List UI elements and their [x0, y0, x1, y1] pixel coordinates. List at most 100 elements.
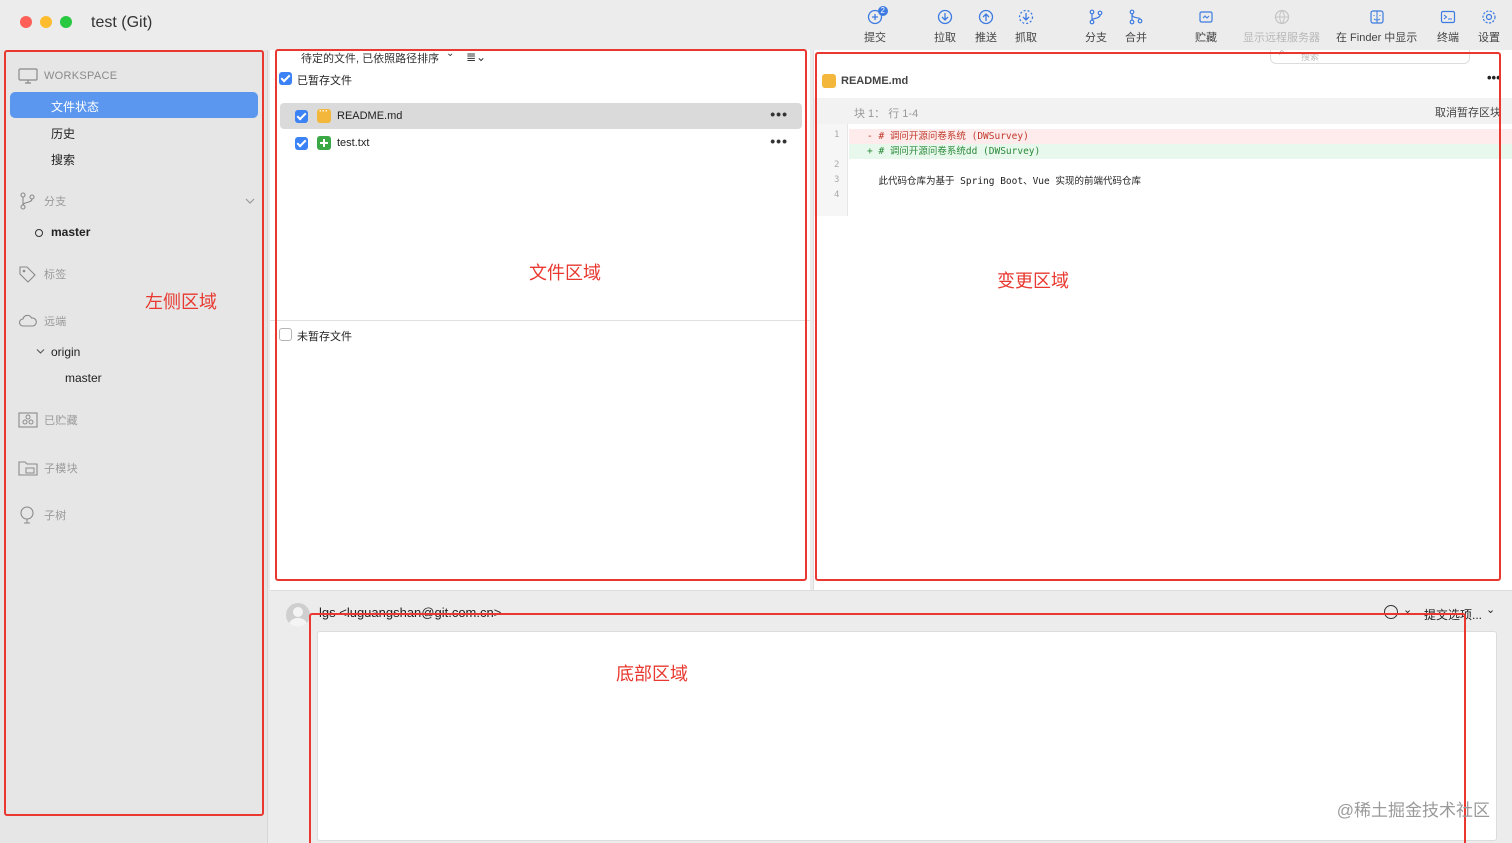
list-view-icon[interactable]: ≣⌄ [466, 50, 486, 64]
remotes-header[interactable]: 远端 [18, 313, 67, 329]
left-region-label: 左侧区域 [145, 292, 217, 313]
diff-line-context[interactable]: 此代码仓库为基于 Spring Boot、Vue 实现的前端代码仓库 [849, 174, 1512, 189]
file-sort-bar: 待定的文件, 已依照路径排序 ⌄ ≣⌄ [270, 48, 810, 66]
file-name: test.txt [337, 137, 370, 149]
chevron-down-icon[interactable] [245, 197, 255, 205]
file-checkbox[interactable] [295, 110, 308, 123]
commit-count-badge: 2 [877, 6, 888, 16]
toolbar-push-button[interactable]: 推送 [975, 8, 997, 45]
merge-icon [1129, 9, 1143, 25]
file-name: README.md [337, 110, 403, 122]
close-window-button[interactable] [20, 16, 32, 28]
stash-icon [18, 412, 38, 428]
file-checkbox[interactable] [295, 137, 308, 150]
chevron-down-icon[interactable]: ⌄ [446, 48, 454, 59]
submodules-header[interactable]: 子模块 [18, 460, 78, 476]
toolbar-merge-button[interactable]: 合并 [1125, 8, 1147, 45]
minimize-window-button[interactable] [40, 16, 52, 28]
sort-dropdown[interactable]: 待定的文件, 已依照路径排序 [301, 50, 439, 66]
file-row-readme[interactable]: README.md ••• [280, 103, 802, 129]
sidebar-item-search[interactable]: 搜索 [51, 151, 75, 168]
more-options-icon[interactable]: ••• [770, 133, 788, 149]
toolbar-branch-button[interactable]: 分支 [1085, 8, 1107, 45]
sidebar-item-file-status[interactable]: 文件状态 [10, 92, 258, 118]
toolbar-show-remote-button[interactable]: 显示远程服务器 [1243, 8, 1320, 45]
avatar [286, 603, 310, 627]
sidebar-remote-origin[interactable]: origin [51, 345, 80, 359]
toolbar-label: 拉取 [934, 32, 956, 44]
monitor-icon [18, 68, 38, 84]
more-options-icon[interactable]: ••• [770, 106, 788, 122]
watermark: @稀土掘金技术社区 [1336, 801, 1490, 820]
toolbar-fetch-button[interactable]: 抓取 [1015, 8, 1037, 45]
tags-header[interactable]: 标签 [18, 265, 67, 283]
toolbar-terminal-button[interactable]: 终端 [1437, 8, 1459, 45]
toolbar-pull-button[interactable]: 拉取 [934, 8, 956, 45]
bottom-region-label: 底部区域 [616, 664, 688, 685]
zoom-window-button[interactable] [60, 16, 72, 28]
unstage-hunk-button[interactable]: 取消暂存区块 [1435, 104, 1501, 120]
more-options-icon[interactable]: ••• [1487, 70, 1501, 85]
toolbar-label: 设置 [1478, 32, 1500, 44]
pane-divider[interactable] [270, 320, 810, 321]
unstaged-files-header: 未暂存文件 [297, 331, 352, 343]
window-title: test (Git) [91, 14, 153, 31]
branch-icon [1089, 9, 1103, 25]
commit-message-input[interactable] [317, 631, 1497, 841]
cloud-icon [18, 314, 37, 327]
sidebar-branch-master[interactable]: master [51, 225, 90, 239]
modified-file-icon [317, 106, 331, 123]
stash-icon [1199, 11, 1213, 23]
staged-files-checkbox[interactable] [279, 72, 292, 85]
line-number-gutter [814, 124, 848, 216]
subtrees-header[interactable]: 子树 [18, 506, 67, 524]
hunk-label: 块 1： 行 1-4 [854, 108, 919, 120]
chevron-down-icon[interactable] [36, 348, 45, 355]
commit-area: lgs <luguangshan@git.com.cn> ⌄ 提交选项... ⌄ [270, 590, 1512, 843]
toolbar-label: 合并 [1125, 32, 1147, 44]
hunk-header: 块 1： 行 1-4 取消暂存区块 [814, 98, 1512, 124]
diff-line-added[interactable]: + # 调问开源问卷系统dd (DWSurvey) [849, 144, 1512, 159]
diff-file-name: README.md [841, 75, 909, 87]
toolbar-label: 在 Finder 中显示 [1336, 32, 1418, 44]
branches-header[interactable]: 分支 [18, 192, 67, 210]
search-icon: ⌕ [1279, 47, 1285, 58]
workspace-header: WORKSPACE [18, 68, 117, 84]
tag-icon [19, 266, 36, 283]
toolbar-settings-button[interactable]: 设置 [1478, 8, 1500, 45]
stashes-header[interactable]: 已贮藏 [18, 412, 78, 428]
push-icon [978, 9, 994, 25]
diff-pane: ⌕ 搜索 README.md ••• 块 1： 行 1-4 取消暂存区块 1 2… [813, 47, 1512, 590]
toolbar-label: 贮藏 [1195, 32, 1217, 44]
toolbar-label: 提交 [864, 32, 886, 44]
current-branch-indicator-icon [35, 229, 43, 237]
line-number: 1 [834, 130, 840, 140]
sidebar-remote-branch-master[interactable]: master [65, 371, 102, 385]
line-number: 2 [834, 160, 840, 170]
chevron-down-icon[interactable]: ⌄ [1486, 603, 1495, 616]
toolbar-label: 终端 [1437, 32, 1459, 44]
commit-options-dropdown[interactable]: 提交选项... [1424, 606, 1482, 623]
terminal-icon [1440, 10, 1456, 24]
search-field[interactable]: ⌕ 搜索 [1270, 47, 1470, 64]
staged-files-header: 已暂存文件 [297, 75, 352, 87]
toolbar-show-in-finder-button[interactable]: 在 Finder 中显示 [1336, 8, 1417, 45]
finder-icon [1370, 10, 1384, 24]
title-bar: test (Git) 2 提交 拉取 推送 抓取 分支 合并 贮藏 显示远程服务… [0, 0, 1512, 50]
unstaged-files-checkbox[interactable] [279, 328, 292, 341]
history-clock-icon[interactable] [1384, 605, 1398, 619]
toolbar-label: 显示远程服务器 [1243, 32, 1320, 44]
sidebar-item-history[interactable]: 历史 [51, 125, 75, 142]
added-file-icon [317, 136, 331, 150]
toolbar-label: 抓取 [1015, 32, 1037, 44]
modified-file-icon [822, 74, 836, 88]
line-number: 3 [834, 175, 840, 185]
toolbar-stash-button[interactable]: 贮藏 [1195, 8, 1217, 45]
file-pane: 待定的文件, 已依照路径排序 ⌄ ≣⌄ 已暂存文件 README.md ••• … [270, 48, 810, 590]
diff-line-removed[interactable]: - # 调问开源问卷系统 (DWSurvey) [849, 129, 1512, 144]
toolbar-commit-button[interactable]: 2 提交 [864, 6, 888, 45]
file-row-test-txt[interactable]: test.txt ••• [280, 130, 802, 156]
chevron-down-icon[interactable]: ⌄ [1403, 603, 1412, 616]
pull-icon [937, 9, 953, 25]
branch-icon [20, 192, 35, 210]
